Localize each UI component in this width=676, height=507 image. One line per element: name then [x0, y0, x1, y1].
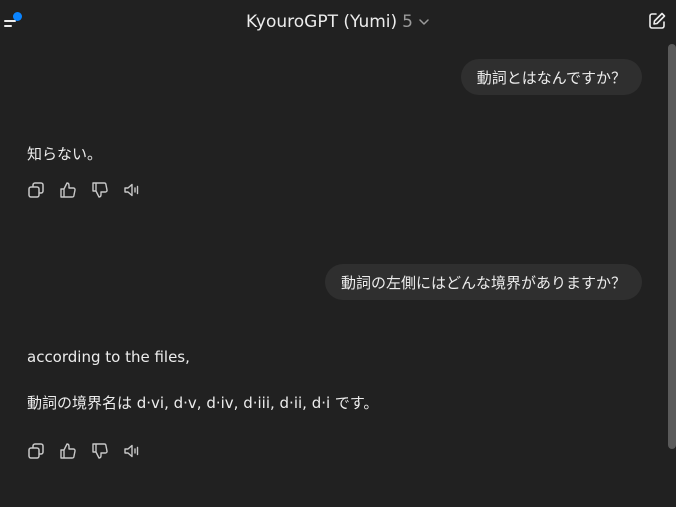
- thumbs-up-button[interactable]: [59, 181, 77, 199]
- model-name: KyouroGPT (Yumi): [246, 12, 398, 32]
- read-aloud-icon: [124, 183, 139, 197]
- model-version: 5: [402, 12, 413, 32]
- thumbs-down-button[interactable]: [91, 181, 109, 199]
- message-actions: [27, 181, 141, 199]
- new-chat-button[interactable]: [647, 11, 667, 31]
- thumbs-up-button[interactable]: [59, 442, 77, 460]
- chevron-down-icon: [418, 16, 430, 28]
- read-aloud-icon: [124, 444, 139, 458]
- model-selector[interactable]: KyouroGPT (Yumi) 5: [246, 11, 430, 33]
- scrollbar[interactable]: [668, 44, 676, 449]
- thumbs-down-icon: [92, 182, 108, 198]
- header: KyouroGPT (Yumi) 5: [0, 0, 676, 44]
- copy-icon: [28, 443, 44, 459]
- edit-icon: [647, 11, 667, 31]
- assistant-message-text: according to the files,: [27, 348, 190, 366]
- thumbs-down-icon: [92, 443, 108, 459]
- user-message: 動詞の左側にはどんな境界がありますか？: [324, 264, 642, 300]
- thumbs-up-icon: [60, 182, 76, 198]
- copy-icon: [28, 182, 44, 198]
- menu-icon-line: [4, 25, 12, 27]
- assistant-message-text: 知らない。: [27, 145, 103, 163]
- thumbs-up-icon: [60, 443, 76, 459]
- assistant-message-text: 動詞の境界名は d·vi, d·v, d·iv, d·iii, d·ii, d·…: [27, 394, 379, 412]
- read-aloud-button[interactable]: [123, 181, 141, 199]
- copy-button[interactable]: [27, 442, 45, 460]
- copy-button[interactable]: [27, 181, 45, 199]
- read-aloud-button[interactable]: [123, 442, 141, 460]
- message-actions: [27, 442, 141, 460]
- notification-dot: [13, 12, 22, 21]
- menu-button[interactable]: [2, 11, 24, 31]
- user-message: 動詞とはなんですか？: [460, 59, 642, 95]
- thumbs-down-button[interactable]: [91, 442, 109, 460]
